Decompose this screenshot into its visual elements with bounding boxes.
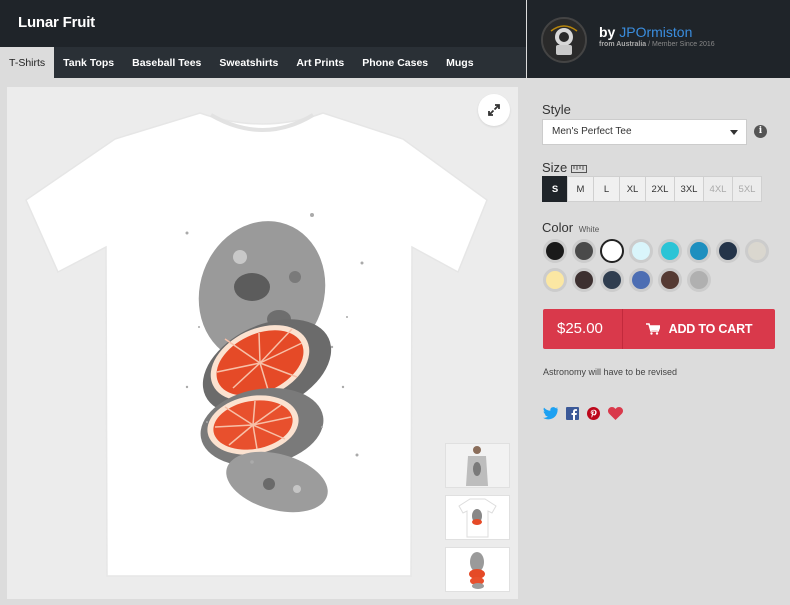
artist-byline: by JPOrmiston	[599, 24, 692, 40]
product-image-panel	[7, 87, 518, 599]
artist-member-since: Member Since 2016	[652, 41, 715, 48]
size-option-4xl: 4XL	[703, 176, 733, 202]
size-chart-icon[interactable]	[570, 161, 587, 176]
size-option-2xl[interactable]: 2XL	[645, 176, 675, 202]
size-option-m[interactable]: M	[567, 176, 594, 202]
tshirt-image[interactable]	[7, 87, 518, 599]
size-label: Size	[542, 160, 587, 176]
size-label-text: Size	[542, 160, 568, 175]
cart-icon	[645, 323, 669, 335]
expand-button[interactable]	[478, 94, 510, 126]
size-option-s[interactable]: S	[542, 176, 568, 202]
thumbnail-design[interactable]	[445, 547, 510, 592]
facebook-icon[interactable]	[566, 407, 579, 420]
page-title: Lunar Fruit	[18, 14, 95, 31]
tab-tank-tops[interactable]: Tank Tops	[54, 47, 123, 78]
color-swatch-brown[interactable]	[658, 268, 682, 292]
tab-art-prints[interactable]: Art Prints	[287, 47, 353, 78]
product-header: Lunar Fruit	[0, 0, 526, 47]
size-option-l[interactable]: L	[593, 176, 620, 202]
color-swatch-royal[interactable]	[629, 268, 653, 292]
size-option-3xl[interactable]: 3XL	[674, 176, 704, 202]
product-type-tabs: T-Shirts Tank Tops Baseball Tees Sweatsh…	[0, 47, 526, 78]
artist-name-link[interactable]: JPOrmiston	[619, 24, 692, 40]
add-to-cart-label: ADD TO CART	[668, 322, 753, 336]
tab-sweatshirts[interactable]: Sweatshirts	[210, 47, 287, 78]
color-swatch-dark-brown[interactable]	[572, 268, 596, 292]
style-select[interactable]: Men's Perfect Tee	[542, 119, 747, 145]
size-option-5xl: 5XL	[732, 176, 762, 202]
product-description: Astronomy will have to be revised	[543, 367, 678, 377]
add-to-cart-button[interactable]: $25.00 ADD TO CART	[543, 309, 775, 349]
color-swatch-navy[interactable]	[716, 239, 740, 263]
color-selected-name: White	[578, 225, 600, 234]
size-options: S M L XL 2XL 3XL 4XL 5XL	[542, 176, 762, 202]
chevron-down-icon	[730, 130, 738, 135]
artist-meta: from Australia / Member Since 2016	[599, 41, 715, 48]
thumbnail-model[interactable]	[445, 443, 510, 488]
color-swatch-sand[interactable]	[745, 239, 769, 263]
by-label: by	[599, 24, 616, 40]
size-option-xl[interactable]: XL	[619, 176, 646, 202]
add-to-cart-label-wrap: ADD TO CART	[623, 309, 775, 349]
color-swatch-turquoise[interactable]	[658, 239, 682, 263]
info-icon[interactable]: i	[754, 125, 767, 138]
artist-avatar[interactable]	[541, 17, 587, 63]
pinterest-icon[interactable]	[587, 407, 600, 420]
color-swatch-white[interactable]	[600, 239, 624, 263]
thumbnail-front[interactable]	[445, 495, 510, 540]
tab-mugs[interactable]: Mugs	[437, 47, 482, 78]
social-share	[543, 407, 631, 420]
color-swatch-blue[interactable]	[687, 239, 711, 263]
color-label-text: Color	[542, 220, 574, 235]
twitter-icon[interactable]	[543, 407, 558, 420]
tab-baseball-tees[interactable]: Baseball Tees	[123, 47, 210, 78]
color-label: Color White	[542, 220, 599, 235]
color-swatch-heather[interactable]	[687, 268, 711, 292]
tab-phone-cases[interactable]: Phone Cases	[353, 47, 437, 78]
artist-panel: by JPOrmiston from Australia / Member Si…	[527, 0, 790, 78]
tab-t-shirts[interactable]: T-Shirts	[0, 47, 55, 78]
color-swatch-charcoal[interactable]	[572, 239, 596, 263]
artist-location: from Australia	[599, 41, 647, 48]
color-swatch-yellow[interactable]	[543, 268, 567, 292]
heart-icon[interactable]	[608, 407, 623, 420]
color-swatch-slate[interactable]	[600, 268, 624, 292]
style-label: Style	[542, 102, 571, 117]
color-swatch-light-blue[interactable]	[629, 239, 653, 263]
color-swatch-black[interactable]	[543, 239, 567, 263]
style-selected-value: Men's Perfect Tee	[552, 126, 632, 137]
price: $25.00	[543, 309, 623, 349]
expand-icon	[487, 103, 501, 117]
